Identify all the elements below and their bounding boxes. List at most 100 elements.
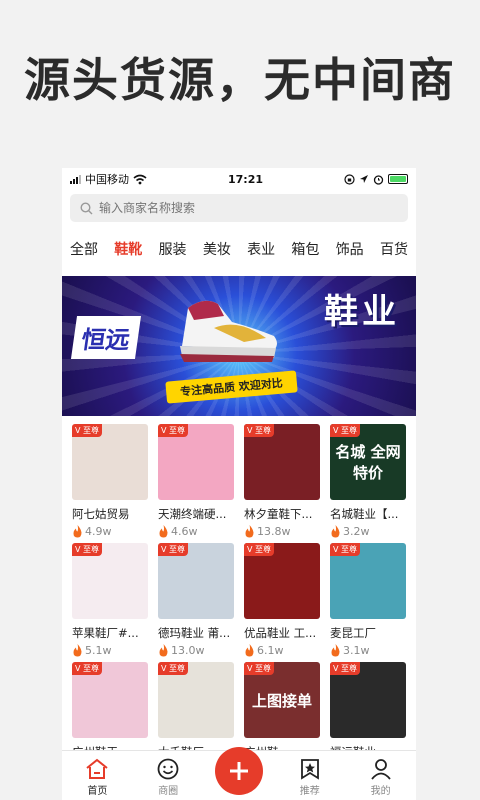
shop-thumbnail[interactable]: V 至尊: [330, 543, 406, 619]
star-bookmark-icon: [300, 759, 319, 780]
shop-card[interactable]: V 至尊优品鞋业 工... 6.1w: [244, 543, 320, 657]
nav-mine-label: 我的: [370, 786, 391, 797]
vip-badge: V 至尊: [244, 424, 275, 437]
popularity-count: 6.1w: [257, 643, 284, 657]
tab-accessories[interactable]: 饰品: [336, 239, 364, 259]
popularity-count: 4.6w: [171, 524, 198, 538]
nav-home-label: 首页: [87, 786, 108, 797]
home-icon: [86, 758, 109, 779]
popularity-count: 13.0w: [171, 643, 205, 657]
flame-icon: [159, 643, 168, 656]
publish-button[interactable]: [214, 747, 263, 795]
popularity-count: 4.9w: [85, 524, 112, 538]
shop-card[interactable]: V 至尊阿七姑贸易 4.9w: [72, 424, 148, 538]
battery-icon: [387, 174, 408, 184]
shop-thumbnail[interactable]: V 至尊: [244, 543, 320, 619]
popularity-count: 3.2w: [343, 524, 370, 538]
tab-general-goods[interactable]: 百货: [380, 239, 408, 259]
bottom-navigation: 首页 商圈 推荐 我的: [62, 747, 416, 800]
shop-name: 林夕童鞋下...: [244, 507, 313, 521]
nav-publish[interactable]: [209, 747, 269, 797]
plus-icon: [229, 762, 248, 780]
shop-card[interactable]: V 至尊麦昆工厂 3.1w: [330, 543, 406, 657]
tab-bags[interactable]: 箱包: [291, 239, 319, 259]
shop-thumbnail[interactable]: V 至尊: [72, 424, 148, 500]
category-tabs: 全部 鞋靴 服装 美妆 表业 箱包 饰品 百货: [62, 237, 416, 261]
nav-circle[interactable]: 商圈: [138, 758, 198, 797]
shop-thumbnail[interactable]: V 至尊: [72, 662, 148, 738]
shop-card[interactable]: V 至尊 德玛鞋业 莆... 13.0w: [158, 543, 234, 657]
vip-badge: V 至尊: [158, 424, 189, 437]
vip-badge: V 至尊: [158, 662, 189, 675]
shop-popularity: 4.9w: [72, 524, 148, 538]
phone-screen: 中国移动 17:21 输入商家名称搜索 全部 鞋靴 服装 美妆 表业 箱包 饰品…: [62, 168, 416, 800]
shop-name: 名城鞋业【...: [330, 507, 399, 521]
wifi-icon: [133, 174, 147, 184]
shop-thumbnail[interactable]: V 至尊: [158, 424, 234, 500]
vip-badge: V 至尊: [244, 543, 275, 556]
vip-badge: V 至尊: [72, 543, 103, 556]
shop-thumbnail[interactable]: V 至尊: [72, 543, 148, 619]
banner-brand: 恒远: [70, 316, 142, 359]
flame-icon: [159, 524, 168, 537]
shop-card[interactable]: V 至尊 名城 全网 特价名城鞋业【... 3.2w: [330, 424, 406, 538]
shop-card[interactable]: V 至尊林夕童鞋下... 13.8w: [244, 424, 320, 538]
shop-name: 麦昆工厂: [330, 626, 376, 640]
shop-thumbnail[interactable]: V 至尊 名城 全网 特价: [330, 424, 406, 500]
nav-recommend[interactable]: 推荐: [280, 758, 340, 797]
flame-icon: [331, 643, 340, 656]
search-bar[interactable]: [70, 194, 408, 222]
shop-thumbnail[interactable]: V 至尊: [330, 662, 406, 738]
thumbnail-text: 上图接单: [251, 691, 312, 710]
vip-badge: V 至尊: [72, 662, 103, 675]
shop-thumbnail[interactable]: V 至尊: [244, 424, 320, 500]
promo-headline: 源头货源，无中间商: [24, 53, 456, 107]
search-icon: [80, 201, 93, 214]
carrier-label: 中国移动: [85, 173, 129, 186]
tab-watches[interactable]: 表业: [247, 239, 275, 259]
smile-circle-icon: [157, 758, 179, 780]
shop-popularity: 13.0w: [158, 643, 234, 657]
banner-title: 鞋业: [324, 292, 400, 332]
shop-popularity: 6.1w: [244, 643, 320, 657]
shop-card[interactable]: V 至尊天潮终端硬... 4.6w: [158, 424, 234, 538]
vip-badge: V 至尊: [158, 543, 189, 556]
flame-icon: [73, 643, 82, 656]
shop-name: 阿七姑贸易: [72, 507, 130, 521]
popularity-count: 3.1w: [343, 643, 370, 657]
shop-name: 优品鞋业 工...: [244, 626, 317, 640]
nav-mine[interactable]: 我的: [351, 758, 411, 797]
vip-badge: V 至尊: [330, 662, 361, 675]
shop-popularity: 13.8w: [244, 524, 320, 538]
nav-circle-label: 商圈: [158, 786, 179, 797]
tab-all[interactable]: 全部: [70, 239, 98, 259]
shop-name: 苹果鞋厂#...: [72, 626, 139, 640]
promo-banner[interactable]: 恒远 鞋业 专注高品质 欢迎对比: [62, 276, 416, 416]
shop-card[interactable]: V 至尊苹果鞋厂#... 5.1w: [72, 543, 148, 657]
vip-badge: V 至尊: [330, 543, 361, 556]
tab-beauty[interactable]: 美妆: [203, 239, 231, 259]
shop-thumbnail[interactable]: V 至尊: [158, 662, 234, 738]
clock: 17:21: [227, 172, 263, 186]
tab-clothing[interactable]: 服装: [159, 239, 187, 259]
signal-icon: [70, 174, 81, 184]
location-icon: [359, 175, 368, 183]
popularity-count: 5.1w: [85, 643, 112, 657]
search-input[interactable]: [99, 201, 349, 215]
shop-name: 天潮终端硬...: [158, 507, 227, 521]
shop-popularity: 5.1w: [72, 643, 148, 657]
thumbnail-text: 名城 全网 特价: [335, 443, 401, 482]
sneaker-image: [180, 300, 277, 362]
tab-shoes[interactable]: 鞋靴: [114, 239, 142, 259]
nav-home[interactable]: 首页: [67, 758, 127, 797]
shop-thumbnail[interactable]: V 至尊 上图接单: [244, 662, 320, 738]
vip-badge: V 至尊: [72, 424, 103, 437]
flame-icon: [245, 524, 254, 537]
shop-thumbnail[interactable]: V 至尊: [158, 543, 234, 619]
nav-recommend-label: 推荐: [299, 786, 320, 797]
shop-popularity: 3.1w: [330, 643, 406, 657]
shop-popularity: 4.6w: [158, 524, 234, 538]
shop-popularity: 3.2w: [330, 524, 406, 538]
alarm-icon: [373, 174, 384, 185]
flame-icon: [73, 524, 82, 537]
